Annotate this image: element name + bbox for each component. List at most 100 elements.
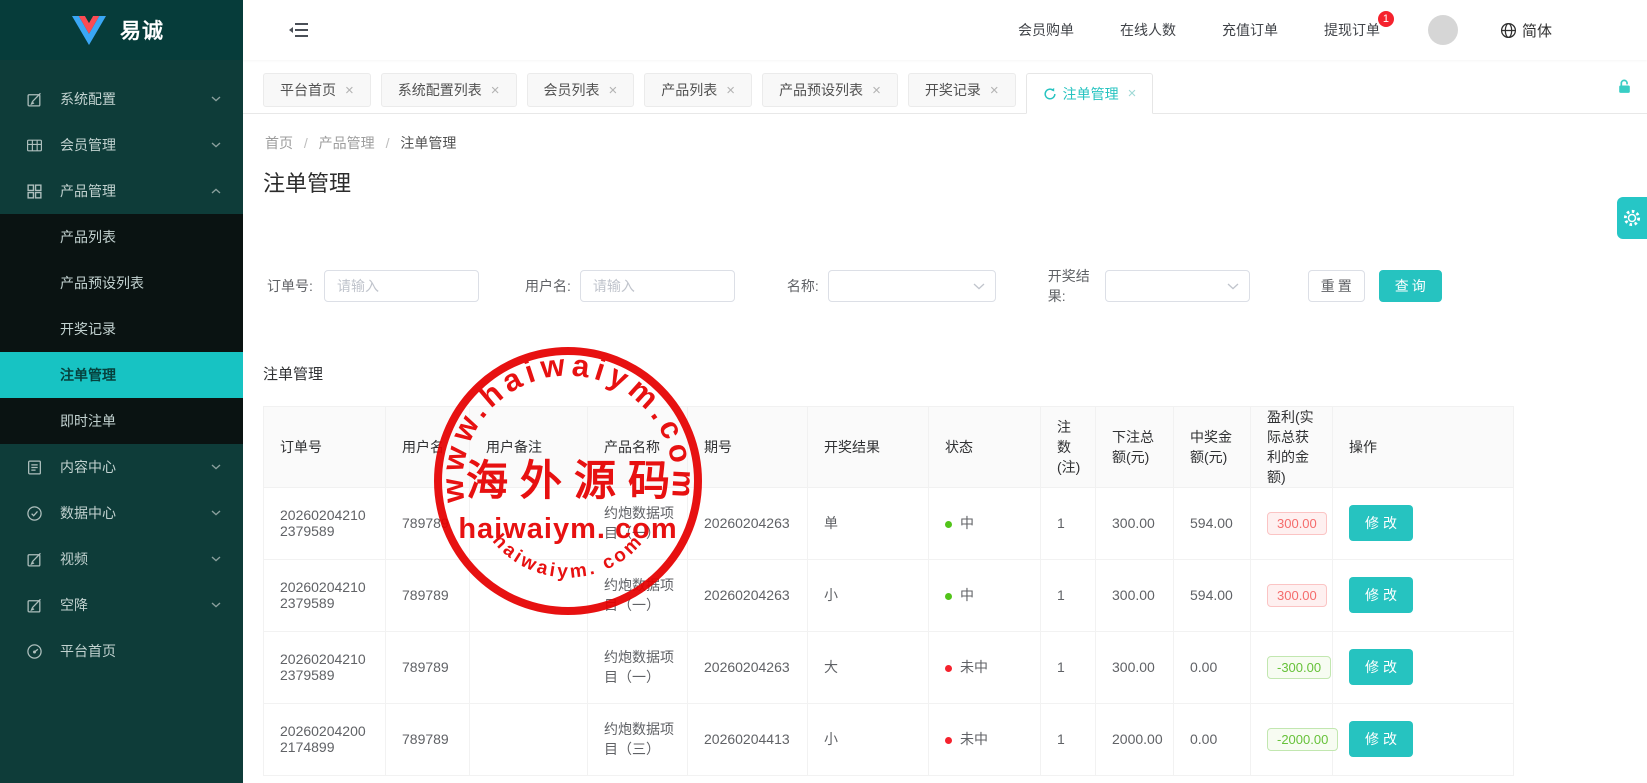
modify-button[interactable]: 修改: [1349, 721, 1413, 757]
cell-profit: 300.00: [1251, 559, 1333, 631]
cell-profit: 300.00: [1251, 487, 1333, 559]
language-switcher[interactable]: 简体: [1500, 20, 1552, 41]
sidebar-item-system-config[interactable]: 系统配置: [0, 76, 243, 122]
edit-icon: [26, 91, 43, 108]
tab-platform-home[interactable]: 平台首页 ×: [263, 73, 371, 107]
chevron-down-icon: [211, 510, 221, 516]
cell-result: 小: [808, 559, 929, 631]
chevron-down-icon: [211, 602, 221, 608]
name-select[interactable]: [828, 270, 996, 302]
username-field[interactable]: [580, 270, 735, 302]
avatar[interactable]: [1428, 15, 1458, 45]
collapse-sidebar-icon[interactable]: [288, 21, 310, 39]
modify-button[interactable]: 修改: [1349, 649, 1413, 685]
sidebar-item-video[interactable]: 视频: [0, 536, 243, 582]
status-text: 中: [960, 587, 974, 603]
dashboard-icon: [26, 643, 43, 660]
tab-draw-records[interactable]: 开奖记录×: [908, 73, 1016, 107]
cell-period: 20260204413: [688, 703, 808, 775]
sidebar-subitem-draw-records[interactable]: 开奖记录: [0, 306, 243, 352]
sidebar-item-product-management[interactable]: 产品管理: [0, 168, 243, 214]
tab-system-config-list[interactable]: 系统配置列表×: [381, 73, 517, 107]
sidebar-subitem-live-bet-orders[interactable]: 即时注单: [0, 398, 243, 444]
cell-status: 中: [929, 487, 1041, 559]
chevron-down-icon: [211, 556, 221, 562]
breadcrumb-product-management[interactable]: 产品管理: [319, 135, 375, 151]
cell-count: 1: [1041, 631, 1096, 703]
sidebar-item-label: 产品管理: [60, 181, 116, 201]
sidebar-item-airdrop[interactable]: 空降: [0, 582, 243, 628]
settings-panel-button[interactable]: [1617, 197, 1647, 239]
cell-count: 1: [1041, 703, 1096, 775]
sidebar-item-data-center[interactable]: 数据中心: [0, 490, 243, 536]
sidebar-nav: 系统配置 会员管理 产品管理 产品列表 产品预设列表 开奖记录 注单管理 即时注…: [0, 60, 243, 674]
tab-label: 产品列表: [661, 80, 717, 100]
close-icon[interactable]: ×: [872, 82, 881, 99]
sidebar-subitem-product-list[interactable]: 产品列表: [0, 214, 243, 260]
draw-result-select[interactable]: [1105, 270, 1250, 302]
link-withdraw-orders[interactable]: 提现订单 1: [1324, 20, 1380, 40]
tab-product-preset-list[interactable]: 产品预设列表 ×: [762, 73, 898, 107]
tab-bet-order-management[interactable]: 注单管理×: [1026, 73, 1154, 114]
cell-username: 789789: [386, 487, 470, 559]
cell-username: 789789: [386, 703, 470, 775]
cell-status: 中: [929, 559, 1041, 631]
table-row: 202602042102379589 789789 约炮数据项目（一） 2026…: [264, 559, 1514, 631]
cell-order-no: 202602042102379589: [264, 487, 386, 559]
sidebar-subitem-product-preset-list[interactable]: 产品预设列表: [0, 260, 243, 306]
edit-icon: [26, 597, 43, 614]
breadcrumb-home[interactable]: 首页: [265, 135, 293, 151]
modify-button[interactable]: 修改: [1349, 505, 1413, 541]
refresh-icon[interactable]: [1043, 87, 1057, 101]
bet-orders-table: 订单号 用户名 用户备注 产品名称 期号 开奖结果 状态 注数(注) 下注总额(…: [263, 406, 1514, 776]
tab-product-list[interactable]: 产品列表 ×: [644, 73, 752, 107]
cell-actions: 修改: [1333, 487, 1514, 559]
sidebar-subitem-bet-order-management[interactable]: 注单管理: [0, 352, 243, 398]
close-icon[interactable]: ×: [726, 82, 735, 99]
order-no-field[interactable]: [324, 270, 479, 302]
sidebar-item-content-center[interactable]: 内容中心: [0, 444, 243, 490]
column-header-result: 开奖结果: [808, 406, 929, 487]
link-online-users[interactable]: 在线人数: [1120, 20, 1176, 40]
chevron-down-icon: [973, 283, 985, 290]
close-icon[interactable]: ×: [609, 82, 618, 99]
close-icon[interactable]: ×: [990, 82, 999, 99]
status-text: 未中: [960, 731, 988, 747]
tab-label: 会员列表: [544, 80, 600, 100]
column-header-username: 用户名: [386, 406, 470, 487]
table-row: 202602042102379589 789789 约炮数据项目（一） 2026…: [264, 631, 1514, 703]
tab-label: 平台首页: [280, 80, 336, 100]
sidebar-item-label: 数据中心: [60, 503, 116, 523]
cell-username: 789789: [386, 631, 470, 703]
status-dot: [945, 521, 952, 528]
cell-period: 20260204263: [688, 631, 808, 703]
tab-bar: 平台首页× 系统配置列表× 会员列表× 产品列表× 产品预设列表× 开奖记录× …: [243, 60, 1647, 114]
breadcrumb: 首页 / 产品管理 / 注单管理: [265, 133, 1647, 153]
tab-member-list[interactable]: 会员列表 ×: [527, 73, 635, 107]
topbar: 会员购单 在线人数 充值订单 提现订单 1 简体: [243, 0, 1647, 60]
profit-badge: -300.00: [1267, 656, 1331, 679]
notification-badge: 1: [1378, 11, 1394, 27]
lock-icon[interactable]: [1616, 78, 1633, 95]
status-dot: [945, 665, 952, 672]
sidebar-item-platform-home[interactable]: 平台首页: [0, 628, 243, 674]
globe-icon: [1500, 22, 1517, 39]
tab-label: 产品预设列表: [779, 80, 863, 100]
sidebar-item-member-management[interactable]: 会员管理: [0, 122, 243, 168]
column-header-status: 状态: [929, 406, 1041, 487]
modify-button[interactable]: 修改: [1349, 577, 1413, 613]
sidebar: 易诚 系统配置 会员管理 产品管理 产品列表 产品预设列表 开奖记录 注单管理 …: [0, 0, 243, 783]
link-member-purchase-orders[interactable]: 会员购单: [1018, 20, 1074, 40]
cell-bet-total: 2000.00: [1096, 703, 1174, 775]
reset-button[interactable]: 重置: [1308, 270, 1365, 302]
close-icon[interactable]: ×: [345, 82, 354, 99]
column-header-bet-total: 下注总额(元): [1096, 406, 1174, 487]
link-recharge-orders[interactable]: 充值订单: [1222, 20, 1278, 40]
cell-win-amount: 0.00: [1174, 703, 1251, 775]
search-button[interactable]: 查询: [1379, 270, 1442, 302]
cell-order-no: 202602042002174899: [264, 703, 386, 775]
cell-win-amount: 0.00: [1174, 631, 1251, 703]
cell-actions: 修改: [1333, 559, 1514, 631]
close-icon[interactable]: ×: [491, 82, 500, 99]
close-icon[interactable]: ×: [1128, 85, 1137, 102]
